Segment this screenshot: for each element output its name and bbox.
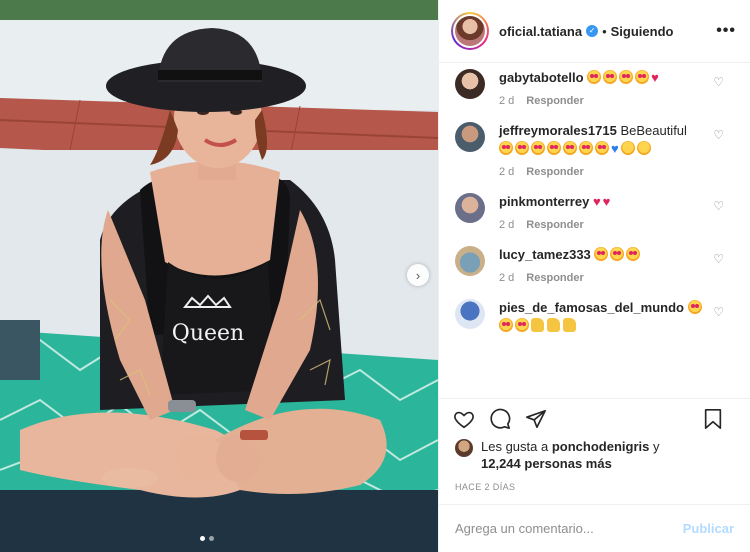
- author-username[interactable]: oficial.tatiana: [499, 24, 582, 39]
- comment-username[interactable]: gabytabotello: [499, 70, 584, 85]
- publish-button[interactable]: Publicar: [683, 521, 734, 536]
- like-comment-icon[interactable]: ♡: [713, 128, 724, 142]
- likes-prefix: Les gusta a: [481, 439, 549, 454]
- comment-item: pies_de_famosas_del_mundo ♡: [455, 299, 750, 335]
- chevron-right-icon: ›: [415, 267, 421, 283]
- reply-button[interactable]: Responder: [526, 219, 583, 231]
- carousel-dot: [200, 536, 205, 541]
- like-comment-icon[interactable]: ♡: [713, 305, 724, 319]
- like-comment-icon[interactable]: ♡: [713, 75, 724, 89]
- post-timestamp[interactable]: HACE 2 DÍAS: [439, 472, 750, 492]
- comment-time: 2 d: [499, 95, 515, 107]
- verified-icon: ✓: [586, 25, 599, 37]
- beach-photo-illustration: Queen: [0, 0, 438, 552]
- author-avatar[interactable]: [451, 12, 489, 50]
- emoji-row: ♥: [499, 140, 719, 158]
- liker-username[interactable]: ponchodenigris: [552, 439, 650, 454]
- swimsuit-text: Queen: [172, 321, 244, 346]
- comment-username[interactable]: pies_de_famosas_del_mundo: [499, 300, 684, 315]
- liker-avatar[interactable]: [455, 439, 473, 457]
- comment-avatar[interactable]: [455, 246, 485, 276]
- emoji-row: [594, 247, 642, 262]
- like-comment-icon[interactable]: ♡: [713, 199, 724, 213]
- reply-button[interactable]: Responder: [526, 166, 583, 178]
- comment-avatar[interactable]: [455, 193, 485, 223]
- more-options-icon[interactable]: •••: [716, 22, 736, 40]
- comment-avatar[interactable]: [455, 122, 485, 152]
- instagram-post: Queen › oficial.tatiana ✓ • Siguiendo ••…: [0, 0, 750, 552]
- comment-time: 2 d: [499, 219, 515, 231]
- next-photo-button[interactable]: ›: [407, 264, 429, 286]
- comment-input[interactable]: Agrega un comentario...: [455, 521, 594, 536]
- comment-time: 2 d: [499, 166, 515, 178]
- likes-summary: Les gusta a ponchodenigris y 12,244 pers…: [439, 438, 750, 472]
- comment-username[interactable]: jeffreymorales1715: [499, 123, 617, 138]
- carousel-dot: [209, 536, 214, 541]
- comment-item: lucy_tamez333 2 d Responder ♡: [455, 246, 750, 284]
- like-icon[interactable]: [453, 408, 475, 430]
- comment-item: jeffreymorales1715 BeBeautiful ♥ 2 d Resp…: [455, 122, 750, 178]
- carousel-indicator: [200, 536, 214, 541]
- like-comment-icon[interactable]: ♡: [713, 252, 724, 266]
- post-photo[interactable]: Queen ›: [0, 0, 438, 552]
- emoji-row: ♥: [587, 70, 661, 85]
- comment-item: pinkmonterrey ♥ ♥ 2 d Responder ♡: [455, 193, 750, 231]
- bookmark-icon[interactable]: [702, 408, 724, 430]
- comment-item: gabytabotello ♥ 2 d Responder ♡: [455, 69, 750, 107]
- likes-count[interactable]: 12,244 personas más: [481, 456, 612, 471]
- emoji-row: [687, 300, 704, 315]
- following-button[interactable]: Siguiendo: [611, 24, 674, 39]
- comment-text: BeBeautiful: [620, 123, 687, 138]
- post-header: oficial.tatiana ✓ • Siguiendo •••: [439, 0, 750, 63]
- emoji-row: [499, 317, 719, 335]
- share-icon[interactable]: [525, 408, 547, 430]
- comment-time: 2 d: [499, 272, 515, 284]
- comment-username[interactable]: pinkmonterrey: [499, 194, 589, 209]
- emoji-row: ♥ ♥: [592, 194, 611, 209]
- likes-connector: y: [652, 439, 660, 454]
- post-sidebar: oficial.tatiana ✓ • Siguiendo ••• gabyta…: [438, 0, 750, 552]
- comments-list: gabytabotello ♥ 2 d Responder ♡ jeffreymo…: [439, 63, 750, 398]
- post-actions: [439, 398, 750, 438]
- comment-avatar[interactable]: [455, 299, 485, 329]
- reply-button[interactable]: Responder: [526, 95, 583, 107]
- comment-avatar[interactable]: [455, 69, 485, 99]
- add-comment-bar: Agrega un comentario... Publicar: [439, 504, 750, 552]
- comment-icon[interactable]: [489, 408, 511, 430]
- header-separator: •: [602, 23, 607, 39]
- comment-username[interactable]: lucy_tamez333: [499, 247, 591, 262]
- reply-button[interactable]: Responder: [526, 272, 583, 284]
